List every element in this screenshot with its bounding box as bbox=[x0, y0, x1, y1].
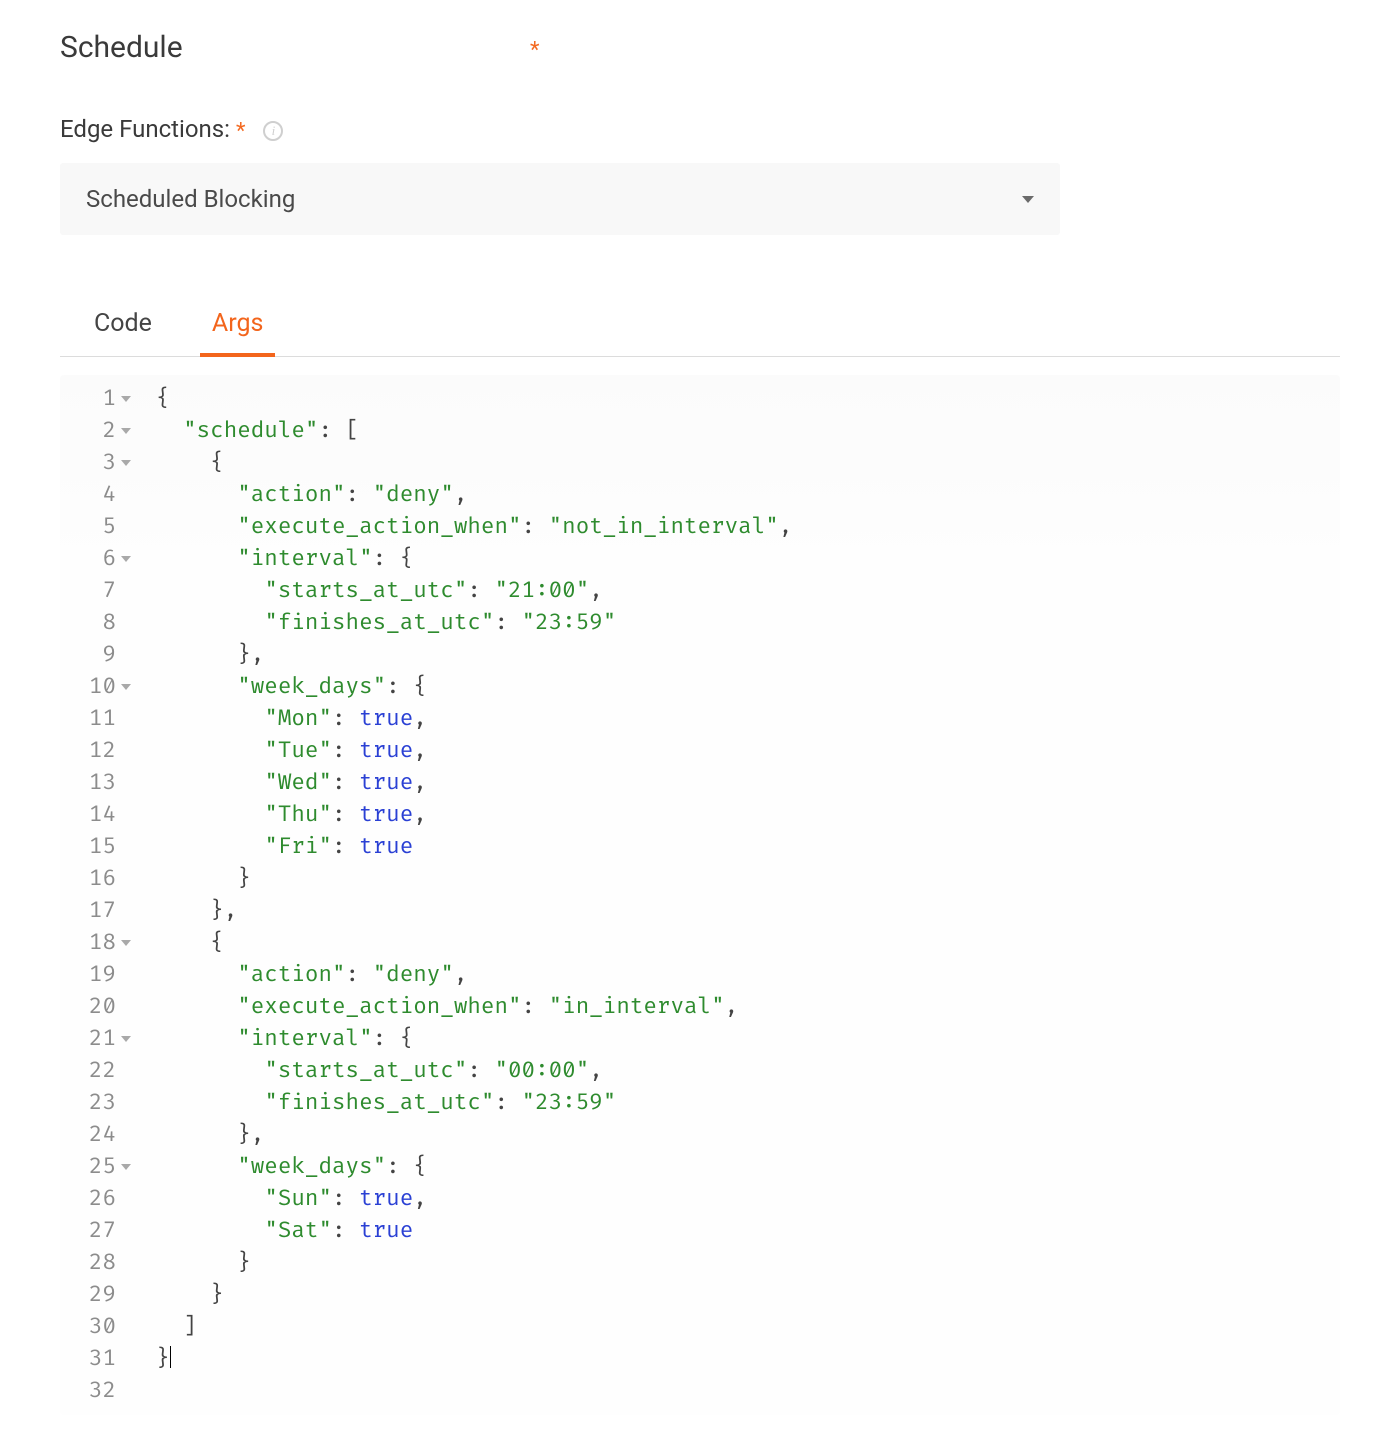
chevron-down-icon bbox=[1022, 196, 1034, 203]
code-line[interactable]: { bbox=[156, 927, 1340, 959]
code-line[interactable]: "Tue": true, bbox=[156, 735, 1340, 767]
gutter-line: 22 bbox=[60, 1055, 132, 1087]
code-line[interactable]: "interval": { bbox=[156, 1023, 1340, 1055]
info-icon[interactable]: i bbox=[263, 121, 283, 141]
code-line[interactable]: "week_days": { bbox=[156, 1151, 1340, 1183]
gutter-line: 17 bbox=[60, 895, 132, 927]
code-line[interactable]: "starts_at_utc": "21:00", bbox=[156, 575, 1340, 607]
tab-code[interactable]: Code bbox=[84, 295, 162, 356]
section-title: Schedule bbox=[60, 30, 530, 65]
gutter-line: 1 bbox=[60, 383, 132, 415]
code-line[interactable]: } bbox=[156, 863, 1340, 895]
gutter-line: 13 bbox=[60, 767, 132, 799]
editor-tabs: Code Args bbox=[60, 295, 1340, 357]
code-line[interactable]: "Sun": true, bbox=[156, 1183, 1340, 1215]
code-line[interactable]: "finishes_at_utc": "23:59" bbox=[156, 607, 1340, 639]
code-line[interactable]: "Wed": true, bbox=[156, 767, 1340, 799]
fold-caret-icon[interactable] bbox=[121, 1036, 131, 1042]
gutter-line: 6 bbox=[60, 543, 132, 575]
fold-caret-icon[interactable] bbox=[121, 556, 131, 562]
gutter-line: 19 bbox=[60, 959, 132, 991]
code-line[interactable]: }, bbox=[156, 895, 1340, 927]
json-editor[interactable]: 1234567891011121314151617181920212223242… bbox=[60, 375, 1340, 1415]
code-line[interactable]: "execute_action_when": "in_interval", bbox=[156, 991, 1340, 1023]
fold-caret-icon[interactable] bbox=[121, 684, 131, 690]
text-cursor-icon bbox=[170, 1346, 171, 1368]
gutter-line: 15 bbox=[60, 831, 132, 863]
gutter-line: 28 bbox=[60, 1247, 132, 1279]
gutter-line: 3 bbox=[60, 447, 132, 479]
schedule-section-header: Schedule * bbox=[60, 30, 1340, 65]
fold-caret-icon[interactable] bbox=[121, 1164, 131, 1170]
fold-caret-icon[interactable] bbox=[121, 940, 131, 946]
code-line[interactable]: "week_days": { bbox=[156, 671, 1340, 703]
gutter-line: 21 bbox=[60, 1023, 132, 1055]
fold-caret-icon[interactable] bbox=[121, 396, 131, 402]
code-text-area[interactable]: { "schedule": [ { "action": "deny", "exe… bbox=[140, 383, 1340, 1407]
gutter-line: 23 bbox=[60, 1087, 132, 1119]
code-line[interactable] bbox=[156, 1375, 1340, 1407]
gutter-line: 7 bbox=[60, 575, 132, 607]
gutter-line: 27 bbox=[60, 1215, 132, 1247]
gutter-line: 8 bbox=[60, 607, 132, 639]
gutter-line: 26 bbox=[60, 1183, 132, 1215]
gutter-line: 10 bbox=[60, 671, 132, 703]
gutter-line: 12 bbox=[60, 735, 132, 767]
code-line[interactable]: "finishes_at_utc": "23:59" bbox=[156, 1087, 1340, 1119]
code-line[interactable]: }, bbox=[156, 639, 1340, 671]
code-line[interactable]: "schedule": [ bbox=[156, 415, 1340, 447]
required-asterisk-icon: * bbox=[236, 119, 245, 144]
code-line[interactable]: "starts_at_utc": "00:00", bbox=[156, 1055, 1340, 1087]
code-line[interactable]: } bbox=[156, 1247, 1340, 1279]
gutter-line: 31 bbox=[60, 1343, 132, 1375]
code-line[interactable]: ] bbox=[156, 1311, 1340, 1343]
code-line[interactable]: "Sat": true bbox=[156, 1215, 1340, 1247]
tab-args[interactable]: Args bbox=[202, 295, 274, 356]
required-asterisk-icon: * bbox=[530, 38, 539, 63]
code-line[interactable]: { bbox=[156, 383, 1340, 415]
edge-functions-label-row: Edge Functions: * i bbox=[60, 115, 1340, 143]
gutter-line: 11 bbox=[60, 703, 132, 735]
edge-functions-select[interactable]: Scheduled Blocking bbox=[60, 163, 1060, 235]
edge-functions-selected-value: Scheduled Blocking bbox=[86, 185, 295, 213]
code-line[interactable]: "execute_action_when": "not_in_interval"… bbox=[156, 511, 1340, 543]
gutter-line: 25 bbox=[60, 1151, 132, 1183]
gutter-line: 9 bbox=[60, 639, 132, 671]
code-line[interactable]: }, bbox=[156, 1119, 1340, 1151]
gutter-line: 16 bbox=[60, 863, 132, 895]
code-line[interactable]: { bbox=[156, 447, 1340, 479]
code-line[interactable]: } bbox=[156, 1279, 1340, 1311]
fold-caret-icon[interactable] bbox=[121, 460, 131, 466]
line-number-gutter: 1234567891011121314151617181920212223242… bbox=[60, 383, 140, 1407]
gutter-line: 24 bbox=[60, 1119, 132, 1151]
gutter-line: 18 bbox=[60, 927, 132, 959]
edge-functions-label: Edge Functions: bbox=[60, 115, 230, 143]
gutter-line: 2 bbox=[60, 415, 132, 447]
code-line[interactable]: "action": "deny", bbox=[156, 479, 1340, 511]
fold-caret-icon[interactable] bbox=[121, 428, 131, 434]
gutter-line: 32 bbox=[60, 1375, 132, 1407]
code-line[interactable]: "action": "deny", bbox=[156, 959, 1340, 991]
gutter-line: 20 bbox=[60, 991, 132, 1023]
gutter-line: 4 bbox=[60, 479, 132, 511]
code-line[interactable]: "Thu": true, bbox=[156, 799, 1340, 831]
code-line[interactable]: "Mon": true, bbox=[156, 703, 1340, 735]
gutter-line: 29 bbox=[60, 1279, 132, 1311]
gutter-line: 5 bbox=[60, 511, 132, 543]
code-line[interactable]: "Fri": true bbox=[156, 831, 1340, 863]
gutter-line: 30 bbox=[60, 1311, 132, 1343]
code-line[interactable]: } bbox=[156, 1343, 1340, 1375]
code-line[interactable]: "interval": { bbox=[156, 543, 1340, 575]
gutter-line: 14 bbox=[60, 799, 132, 831]
